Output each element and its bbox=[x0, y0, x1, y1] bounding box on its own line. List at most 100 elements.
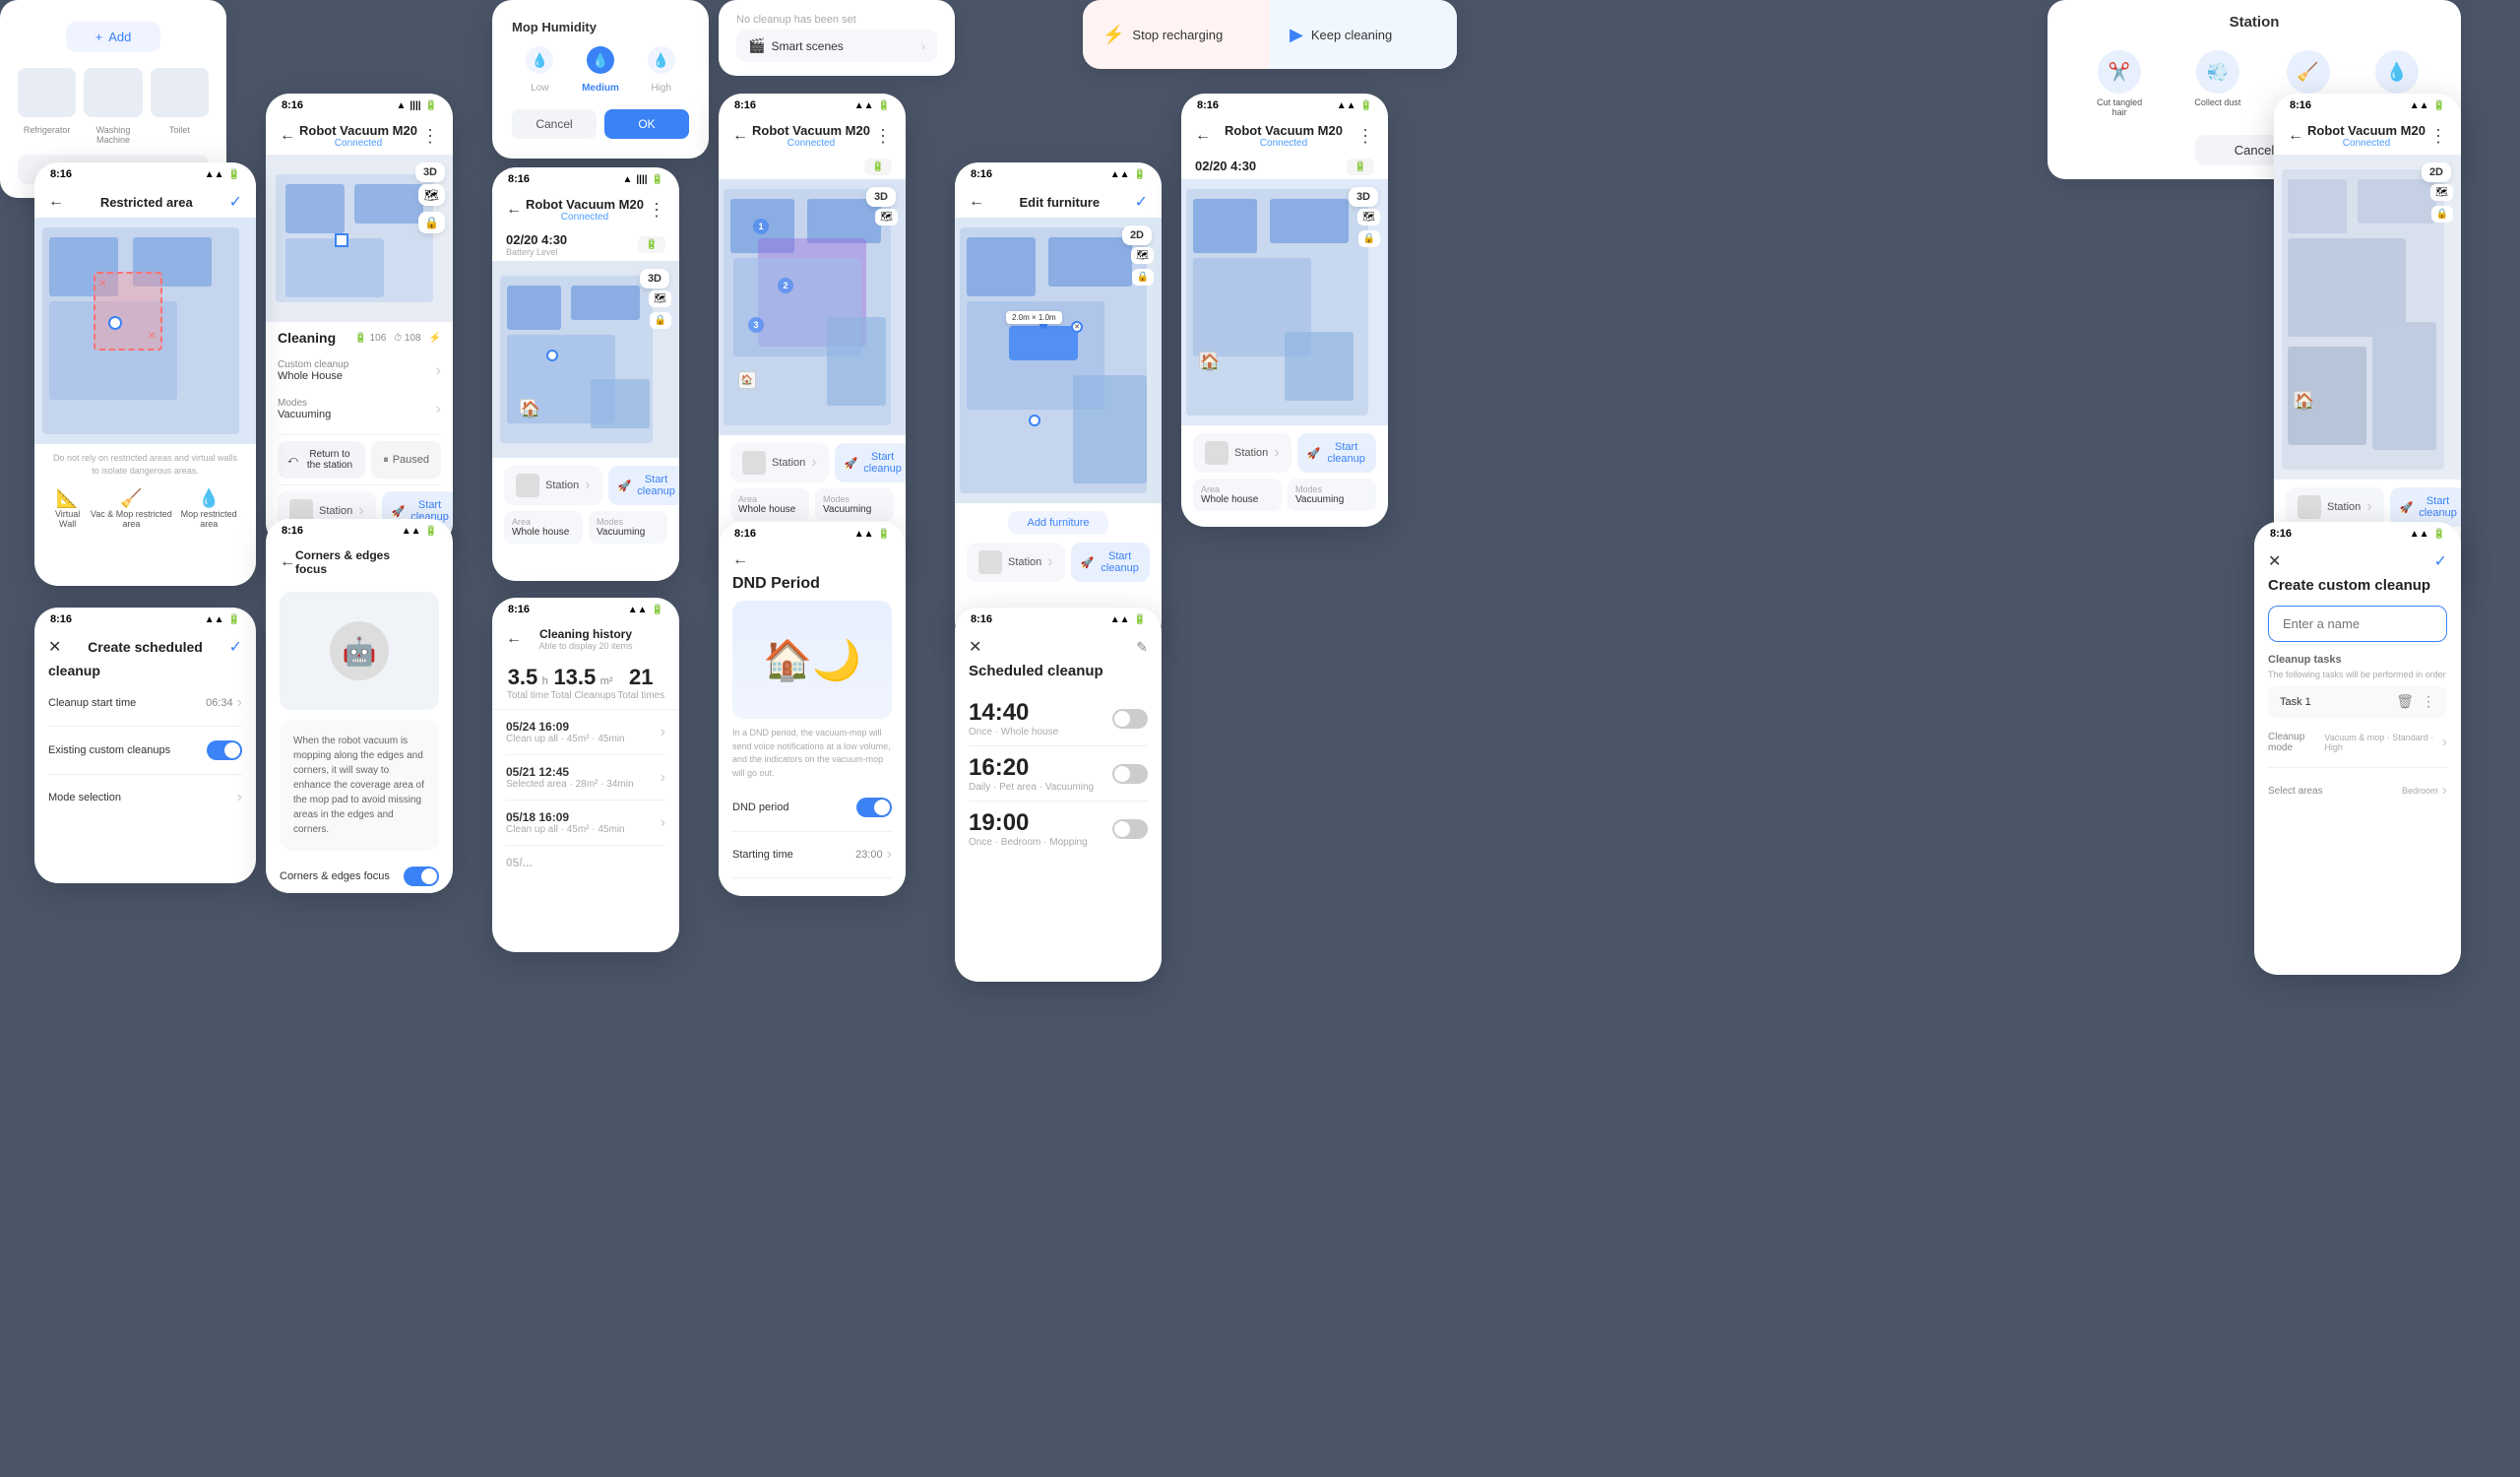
device-title-1: Robot Vacuum M20 Connected bbox=[299, 123, 417, 149]
back-3d[interactable]: ← bbox=[732, 127, 748, 145]
map-btn-sta[interactable]: 🗺 bbox=[1357, 209, 1380, 225]
dnd-toggle[interactable] bbox=[856, 798, 892, 817]
view-3d-st[interactable]: 3D bbox=[1349, 187, 1378, 207]
start-btn-r2d[interactable]: 🚀 Start cleanup bbox=[2390, 487, 2461, 527]
ending-time-row[interactable]: Ending time 12:08 › bbox=[732, 884, 892, 896]
map-r2d-a[interactable]: 🗺 bbox=[2430, 184, 2453, 201]
map-btn-2a[interactable]: 🗺 bbox=[649, 290, 671, 307]
area-section-2[interactable]: Area Whole house bbox=[504, 511, 583, 544]
add-button[interactable]: + Add bbox=[66, 22, 161, 52]
collect-dust-action[interactable]: 💨 Collect dust bbox=[2194, 50, 2240, 117]
name-input[interactable] bbox=[2268, 606, 2447, 642]
toggle-3[interactable] bbox=[1112, 819, 1148, 839]
task-more-icon[interactable]: ⋮ bbox=[2422, 693, 2435, 710]
start-cleanup-ef[interactable]: 🚀 Start cleanup bbox=[1071, 543, 1150, 582]
station-button-ef[interactable]: Station › bbox=[967, 543, 1065, 582]
map-btn-2b[interactable]: 🔒 bbox=[650, 312, 671, 329]
station-button-2[interactable]: Station › bbox=[504, 466, 602, 505]
more-3d[interactable]: ⋮ bbox=[874, 126, 892, 147]
map-btn-3da[interactable]: 🗺 bbox=[875, 209, 898, 225]
select-areas-row[interactable]: Select areas Bedroom › bbox=[2268, 774, 2447, 807]
start-time-row[interactable]: Cleanup start time 06:34 › bbox=[48, 686, 242, 720]
map-btn-stb[interactable]: 🔒 bbox=[1358, 230, 1380, 247]
map-r2d-b[interactable]: 🔒 bbox=[2431, 206, 2453, 223]
back-ef[interactable]: ← bbox=[969, 193, 984, 211]
modes-section-2[interactable]: Modes Vacuuming bbox=[589, 511, 667, 544]
custom-cleanup-row[interactable]: Custom cleanup Whole House › bbox=[278, 352, 441, 390]
more-st[interactable]: ⋮ bbox=[1356, 126, 1374, 147]
view-3d-btn-1[interactable]: 3D bbox=[415, 162, 445, 182]
mop-restricted-action[interactable]: 💧 Mop restricted area bbox=[175, 488, 242, 529]
close-cc[interactable]: ✕ bbox=[2268, 551, 2281, 571]
station-btn-r2d[interactable]: Station › bbox=[2286, 487, 2384, 527]
close-sm[interactable]: ✕ bbox=[969, 637, 981, 657]
view-2d-r2d[interactable]: 2D bbox=[2422, 162, 2451, 182]
humidity-low[interactable]: 💧 Low bbox=[526, 46, 553, 96]
edit-sm[interactable]: ✎ bbox=[1136, 639, 1148, 656]
back-ch[interactable]: ← bbox=[506, 630, 522, 648]
view-2d-ef[interactable]: 2D bbox=[1122, 225, 1152, 245]
time-item-3[interactable]: 19:00 Once · Bedroom · Mopping bbox=[969, 802, 1148, 856]
back-button-2[interactable]: ← bbox=[506, 201, 522, 219]
view-3d-label[interactable]: 3D bbox=[866, 187, 896, 207]
furniture-close[interactable]: ✕ bbox=[1071, 321, 1083, 333]
time-item-2[interactable]: 16:20 Daily · Pet area · Vacuuming bbox=[969, 746, 1148, 802]
map-btn-efa[interactable]: 🗺 bbox=[1131, 247, 1154, 264]
existing-toggle[interactable] bbox=[207, 740, 242, 760]
toggle-1[interactable] bbox=[1112, 709, 1148, 729]
more-button-1[interactable]: ⋮ bbox=[421, 126, 439, 147]
modes-3d[interactable]: Modes Vacuuming bbox=[815, 488, 894, 521]
cleanup-mode-row[interactable]: Cleanup mode Vacuum & mop · Standard · H… bbox=[2268, 724, 2447, 761]
return-station-button[interactable]: ⤺ Return to the station bbox=[278, 441, 365, 479]
more-button-2[interactable]: ⋮ bbox=[648, 200, 665, 221]
furniture-item[interactable]: ✕ bbox=[1009, 326, 1078, 360]
cut-tangled-hair-action[interactable]: ✂️ Cut tangled hair bbox=[2090, 50, 2149, 117]
vac-mop-action[interactable]: 🧹 Vac & Mop restricted area bbox=[87, 488, 175, 529]
start-cleanup-button-2[interactable]: 🚀 Start cleanup bbox=[608, 466, 679, 505]
more-r2d[interactable]: ⋮ bbox=[2429, 126, 2447, 147]
virtual-wall-action[interactable]: 📐 Virtual Wall bbox=[48, 488, 87, 529]
back-ra[interactable]: ← bbox=[48, 193, 64, 211]
check-ef[interactable]: ✓ bbox=[1135, 192, 1148, 212]
stop-recharging-button[interactable]: ⚡ Stop recharging bbox=[1083, 0, 1270, 69]
station-btn-st[interactable]: Station › bbox=[1193, 433, 1292, 473]
time-item-1[interactable]: 14:40 Once · Whole house bbox=[969, 691, 1148, 746]
time-info-3: 19:00 Once · Bedroom · Mopping bbox=[969, 809, 1088, 848]
check-ra[interactable]: ✓ bbox=[229, 192, 242, 212]
back-cf[interactable]: ← bbox=[280, 553, 295, 571]
close-cs[interactable]: ✕ bbox=[48, 637, 61, 657]
existing-cleanups-row[interactable]: Existing custom cleanups bbox=[48, 733, 242, 768]
smart-scenes-row[interactable]: 🎬 Smart scenes › bbox=[736, 30, 937, 62]
area-3d[interactable]: Area Whole house bbox=[730, 488, 809, 521]
back-r2d[interactable]: ← bbox=[2288, 127, 2303, 145]
check-cc[interactable]: ✓ bbox=[2434, 551, 2447, 571]
modes-st[interactable]: Modes Vacuuming bbox=[1288, 479, 1376, 511]
check-cs[interactable]: ✓ bbox=[229, 637, 242, 657]
map-edit-btn[interactable]: 🗺 bbox=[418, 184, 445, 206]
starting-time-row[interactable]: Starting time 23:00 › bbox=[732, 838, 892, 871]
map-btn-efb[interactable]: 🔒 bbox=[1132, 269, 1154, 286]
hist-row-1[interactable]: 05/24 16:09 Clean up all · 45m² · 45min … bbox=[506, 710, 665, 755]
toggle-2[interactable] bbox=[1112, 764, 1148, 784]
hist-row-2[interactable]: 05/21 12:45 Selected area · 28m² · 34min… bbox=[506, 755, 665, 801]
map-lock-btn[interactable]: 🔒 bbox=[418, 212, 445, 233]
start-cleanup-3d[interactable]: 🚀 Start cleanup bbox=[835, 443, 906, 482]
station-button-3d[interactable]: Station › bbox=[730, 443, 829, 482]
keep-cleaning-button[interactable]: ▶ Keep cleaning bbox=[1270, 0, 1457, 69]
hist-row-3[interactable]: 05/18 16:09 Clean up all · 45m² · 45min … bbox=[506, 801, 665, 846]
modes-row[interactable]: Modes Vacuuming › bbox=[278, 390, 441, 428]
humidity-medium[interactable]: 💧 Medium bbox=[582, 46, 619, 96]
add-furniture-button[interactable]: Add furniture bbox=[1008, 511, 1109, 535]
back-st[interactable]: ← bbox=[1195, 127, 1211, 145]
humidity-ok-button[interactable]: OK bbox=[604, 109, 689, 139]
view-3d-btn-2[interactable]: 3D bbox=[640, 269, 669, 289]
humidity-cancel-button[interactable]: Cancel bbox=[512, 109, 597, 139]
back-dnd[interactable]: ← bbox=[732, 551, 748, 569]
task-delete-icon[interactable]: 🗑 bbox=[2396, 693, 2414, 710]
start-btn-st[interactable]: 🚀 Start cleanup bbox=[1297, 433, 1376, 473]
mode-selection-row[interactable]: Mode selection › bbox=[48, 781, 242, 814]
humidity-high[interactable]: 💧 High bbox=[648, 46, 675, 96]
area-st[interactable]: Area Whole house bbox=[1193, 479, 1282, 511]
corners-toggle[interactable] bbox=[404, 867, 439, 886]
back-button-1[interactable]: ← bbox=[280, 127, 295, 145]
